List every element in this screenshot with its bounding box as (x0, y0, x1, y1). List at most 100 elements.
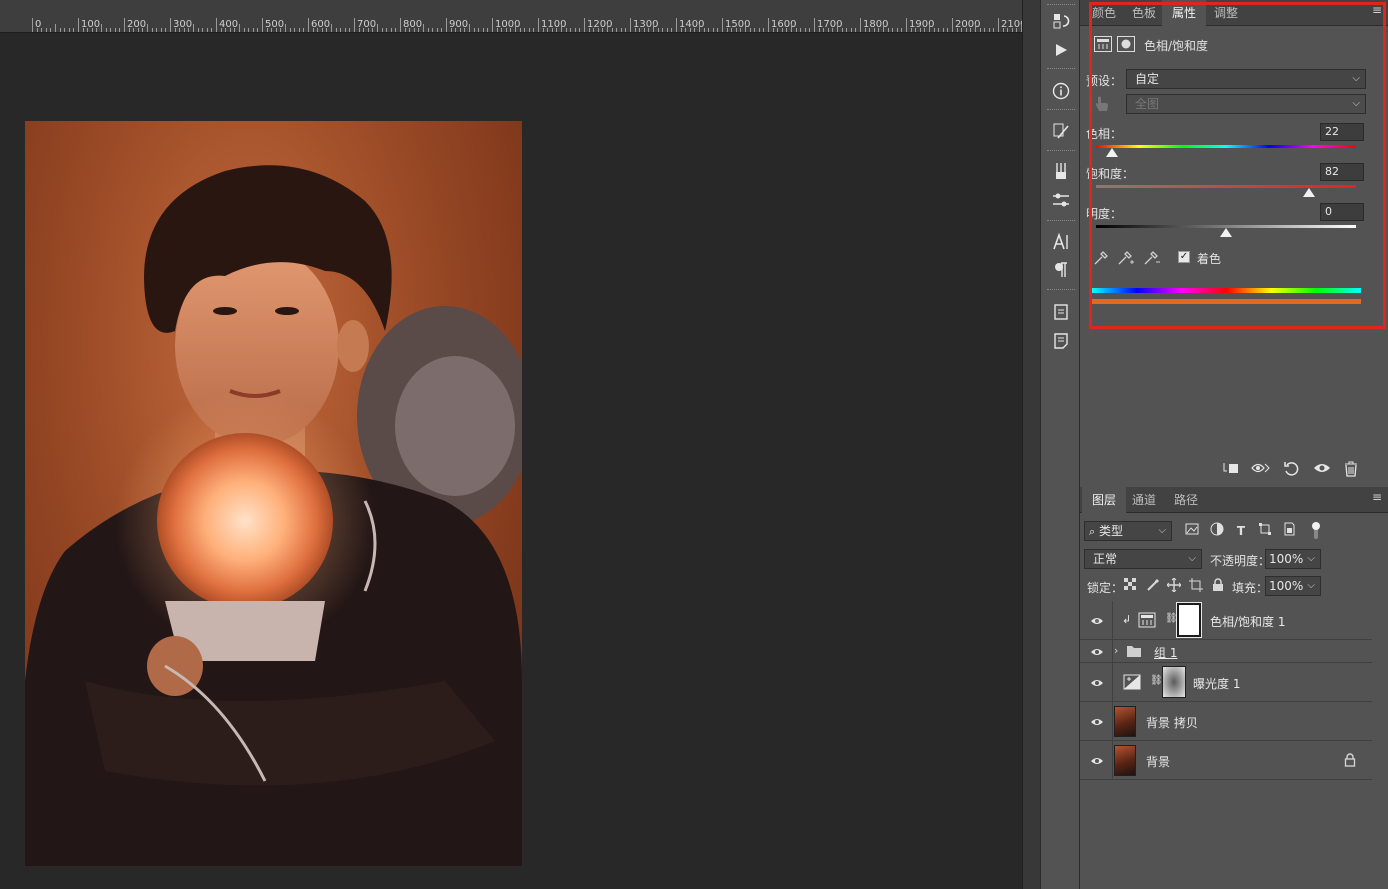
lock-all-icon[interactable] (1210, 578, 1226, 594)
lock-label: 锁定： (1087, 581, 1124, 595)
lightness-value-input[interactable]: 0 (1320, 203, 1364, 221)
lock-position-icon[interactable] (1166, 577, 1182, 594)
strip-grip[interactable] (1047, 68, 1075, 72)
layer-name[interactable]: 背景 拷贝 (1146, 714, 1198, 731)
visibility-eye-icon[interactable] (1311, 461, 1333, 481)
ruler-minor-tick (202, 28, 204, 32)
saturation-slider-thumb[interactable] (1303, 188, 1316, 197)
range-select[interactable]: 全图 ⌵ (1126, 94, 1366, 114)
preset-select[interactable]: 自定 ⌵ (1126, 69, 1366, 89)
strip-grip[interactable] (1047, 150, 1075, 154)
clip-to-layer-icon[interactable] (1220, 461, 1242, 481)
layer-name[interactable]: 曝光度 1 (1193, 675, 1240, 692)
tab-properties[interactable]: 属性 (1162, 0, 1207, 26)
ruler-minor-tick (220, 28, 222, 32)
layer-row-hue-saturation[interactable]: ↲ ⛓ 色相/饱和度 1 (1080, 601, 1372, 640)
eyedropper-subtract-icon[interactable] (1143, 250, 1161, 268)
lock-transparent-pixels-icon[interactable] (1122, 578, 1138, 594)
ruler-minor-tick (837, 24, 838, 32)
ruler-minor-tick (979, 28, 981, 32)
layer-row-background[interactable]: 背景 (1080, 741, 1372, 780)
ruler-minor-tick (689, 28, 691, 32)
layer-lock-icon[interactable] (1344, 753, 1356, 767)
tab-swatches[interactable]: 色板 (1122, 0, 1166, 26)
document-info-icon[interactable] (1050, 330, 1072, 352)
layer-name[interactable]: 组 1 (1154, 644, 1177, 661)
chevron-right-icon[interactable]: › (1114, 644, 1124, 658)
layer-name[interactable]: 背景 (1146, 753, 1170, 770)
filter-shape-layers-icon[interactable] (1256, 522, 1274, 540)
character-icon[interactable] (1050, 231, 1072, 253)
lightness-slider-thumb[interactable] (1220, 228, 1232, 237)
eyedropper-icon[interactable] (1092, 250, 1110, 268)
layer-row-group[interactable]: › 组 1 (1080, 640, 1372, 663)
colorize-checkbox[interactable]: ✓ (1178, 251, 1190, 263)
document-image[interactable] (25, 121, 522, 866)
info-icon[interactable] (1050, 80, 1072, 102)
paragraph-icon[interactable] (1050, 259, 1072, 281)
visibility-eye-icon[interactable] (1090, 647, 1104, 657)
strip-grip[interactable] (1047, 220, 1075, 224)
visibility-eye-icon[interactable] (1090, 717, 1104, 727)
filter-toggle-icon[interactable] (1307, 520, 1325, 539)
brush-preset-icon[interactable] (1050, 120, 1072, 142)
reset-icon[interactable] (1280, 461, 1302, 481)
panel-menu-icon[interactable]: ≡ (1372, 491, 1384, 503)
panel-menu-icon[interactable]: ≡ (1372, 4, 1384, 16)
ruler-minor-tick (96, 28, 98, 32)
layer-mask-icon[interactable] (1117, 36, 1135, 52)
ruler-minor-tick (1002, 28, 1004, 32)
hue-value-input[interactable]: 22 (1320, 123, 1364, 141)
filter-smart-object-icon[interactable] (1280, 522, 1298, 540)
layer-mask-thumbnail[interactable] (1176, 602, 1202, 638)
vertical-scrollbar[interactable] (1022, 0, 1040, 889)
ruler-minor-tick (183, 28, 185, 32)
target-adjustment-hand-icon[interactable] (1092, 95, 1110, 113)
brushes-icon[interactable] (1050, 160, 1072, 182)
hue-slider-thumb[interactable] (1105, 148, 1118, 157)
visibility-eye-icon[interactable] (1090, 756, 1104, 766)
tab-color[interactable]: 颜色 (1082, 0, 1126, 26)
ruler-minor-tick (64, 28, 66, 32)
link-chain-icon[interactable]: ⛓ (1165, 613, 1178, 629)
blend-mode-select[interactable]: 正常 ⌵ (1084, 549, 1202, 569)
history-icon[interactable] (1050, 10, 1072, 32)
tab-channels[interactable]: 通道 (1122, 487, 1166, 513)
visibility-eye-icon[interactable] (1090, 678, 1104, 688)
layer-filter-select[interactable]: ⌕ 类型 ⌵ (1084, 521, 1172, 541)
layer-mask-thumbnail[interactable] (1162, 666, 1186, 698)
filter-adjustment-layers-icon[interactable] (1208, 522, 1226, 540)
horizontal-ruler[interactable]: 0 100 200 300 400 500 600 700 800 900 1000 1100 1200… (0, 0, 1022, 33)
lock-artboard-icon[interactable] (1188, 578, 1204, 594)
delete-trash-icon[interactable] (1340, 461, 1362, 481)
filter-type-layers-icon[interactable]: T (1232, 522, 1250, 540)
tab-layers[interactable]: 图层 (1082, 487, 1127, 513)
strip-grip[interactable] (1047, 4, 1075, 8)
saturation-value-input[interactable]: 82 (1320, 163, 1364, 181)
play-actions-icon[interactable] (1050, 39, 1072, 61)
ruler-minor-tick (933, 28, 935, 32)
layer-image-thumbnail[interactable] (1114, 745, 1136, 776)
brush-settings-icon[interactable] (1050, 189, 1072, 211)
document-canvas-area[interactable]: 0 100 200 300 400 500 600 700 800 900 1000 1100 1200… (0, 0, 1022, 889)
hue-slider-track[interactable] (1096, 145, 1356, 148)
layer-image-thumbnail[interactable] (1114, 706, 1136, 737)
opacity-input[interactable]: 100% ⌵ (1265, 549, 1321, 569)
tab-paths[interactable]: 路径 (1164, 487, 1208, 513)
eyedropper-add-icon[interactable] (1117, 250, 1135, 268)
layer-row-background-copy[interactable]: 背景 拷贝 (1080, 702, 1372, 741)
visibility-eye-icon[interactable] (1090, 616, 1104, 626)
notes-icon[interactable] (1050, 301, 1072, 323)
saturation-slider-track[interactable] (1096, 185, 1356, 188)
lock-image-pixels-icon[interactable] (1145, 578, 1161, 594)
layer-row-exposure[interactable]: ⛓ 曝光度 1 (1080, 663, 1372, 702)
filter-pixel-layers-icon[interactable] (1183, 522, 1201, 540)
strip-grip[interactable] (1047, 289, 1075, 293)
link-chain-icon[interactable]: ⛓ (1150, 675, 1163, 691)
fill-input[interactable]: 100% ⌵ (1265, 576, 1321, 596)
ruler-minor-tick (781, 28, 783, 32)
layer-name[interactable]: 色相/饱和度 1 (1210, 613, 1286, 630)
tab-adjustments[interactable]: 调整 (1204, 0, 1248, 26)
view-previous-state-icon[interactable] (1250, 461, 1272, 481)
strip-grip[interactable] (1047, 109, 1075, 113)
